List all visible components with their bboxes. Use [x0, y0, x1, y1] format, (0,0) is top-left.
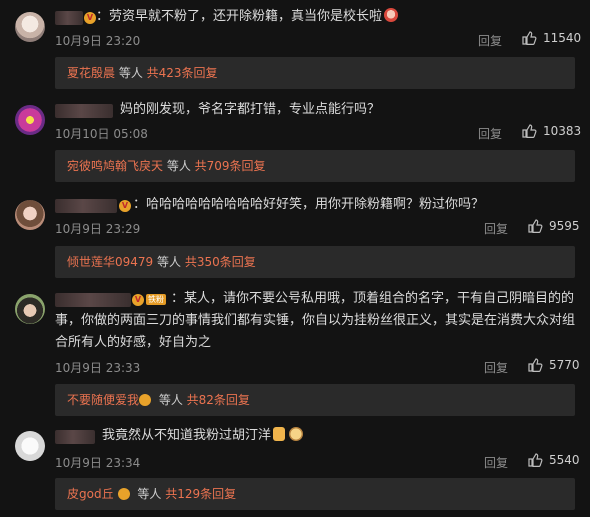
reply-summary[interactable]: 倾世莲华09479 等人 共350条回复: [55, 246, 575, 278]
avatar[interactable]: [15, 12, 45, 42]
thumbs-up-emoji-icon: [273, 427, 286, 441]
avatar[interactable]: [15, 105, 45, 135]
reply-middle: 等人: [153, 255, 185, 269]
thumbs-up-icon: [522, 124, 537, 138]
like-count: 9595: [549, 219, 580, 233]
thumbs-up-icon: [522, 31, 537, 45]
like-button[interactable]: 10383: [521, 123, 581, 139]
reply-count-link[interactable]: 共423条回复: [147, 66, 218, 80]
like-button[interactable]: 9595: [527, 218, 580, 234]
reply-middle: 等人: [115, 66, 147, 80]
username-redacted[interactable]: [55, 104, 113, 118]
reply-button[interactable]: 回复: [484, 359, 508, 376]
comment-text: 妈的刚发现，爷名字都打错，专业点能行吗？: [120, 102, 381, 117]
reply-middle: 等人: [163, 159, 195, 173]
like-count: 11540: [543, 31, 582, 45]
avatar[interactable]: [15, 200, 45, 230]
comment-text: ：哈哈哈哈哈哈哈哈哈好好笑，用你开除粉籍啊？粉过你吗？: [133, 197, 485, 212]
reply-user-link[interactable]: 不要随便爱我: [67, 393, 139, 407]
reply-user-link[interactable]: 皮god丘: [67, 487, 114, 501]
avatar[interactable]: [15, 294, 45, 324]
reply-summary[interactable]: 不要随便爱我 等人 共82条回复: [55, 384, 575, 416]
reply-button[interactable]: 回复: [478, 32, 502, 49]
username-redacted[interactable]: [55, 430, 95, 444]
comment-time: 10月9日 23:34: [55, 456, 141, 470]
reply-count-link[interactable]: 共709条回复: [195, 159, 266, 173]
reply-user-link[interactable]: 夏花殷晨: [67, 66, 115, 80]
comment-time: 10月9日 23:29: [55, 222, 141, 236]
reply-button[interactable]: 回复: [478, 125, 502, 142]
reply-middle: 等人: [133, 487, 166, 501]
reply-middle: 等人: [155, 393, 187, 407]
like-count: 5770: [549, 358, 580, 372]
reply-count-link[interactable]: 共82条回复: [187, 393, 250, 407]
reply-button[interactable]: 回复: [484, 454, 508, 471]
comment-time: 10月9日 23:33: [55, 361, 141, 375]
reply-user-link[interactable]: 倾世莲华09479: [67, 255, 153, 269]
comment-text: 我竟然从不知道我粉过胡汀洋: [102, 425, 305, 447]
comment-text: ：某人，请你不要公号私用哦，顶着组合的名字，干有自己阴暗目的的事，你做的两面三刀…: [55, 291, 576, 350]
comment-text: ：劳资早就不粉了，还开除粉籍，真当你是校长啦: [96, 6, 400, 28]
username-redacted[interactable]: [55, 199, 117, 213]
comment-time: 10月9日 23:20: [55, 34, 141, 48]
vip-badge-icon: [139, 394, 152, 406]
reply-count-link[interactable]: 共129条回复: [165, 487, 236, 501]
thumbs-up-icon: [528, 219, 543, 233]
doge-emoji-icon: [289, 427, 304, 441]
username-redacted[interactable]: [55, 11, 83, 25]
avatar[interactable]: [15, 431, 45, 461]
reply-summary[interactable]: 皮god丘 等人 共129条回复: [55, 478, 575, 510]
emoji-icon: [384, 8, 399, 22]
reply-summary[interactable]: 夏花殷晨 等人 共423条回复: [55, 57, 575, 89]
like-count: 10383: [543, 124, 582, 138]
thumbs-up-icon: [528, 453, 543, 467]
reply-summary[interactable]: 宛彼鸣鸠翰飞戾天 等人 共709条回复: [55, 150, 575, 182]
comment-time: 10月10日 05:08: [55, 127, 148, 141]
like-button[interactable]: 11540: [521, 30, 581, 46]
like-button[interactable]: 5540: [527, 452, 580, 468]
vip-badge-icon: V: [119, 200, 131, 212]
vip-badge-icon: [117, 488, 130, 500]
reply-count-link[interactable]: 共350条回复: [185, 255, 256, 269]
like-count: 5540: [549, 453, 580, 467]
like-button[interactable]: 5770: [527, 357, 580, 373]
vip-badge-icon: V: [84, 12, 96, 24]
reply-button[interactable]: 回复: [484, 220, 508, 237]
reply-user-link[interactable]: 宛彼鸣鸠翰飞戾天: [67, 159, 163, 173]
thumbs-up-icon: [528, 358, 543, 372]
